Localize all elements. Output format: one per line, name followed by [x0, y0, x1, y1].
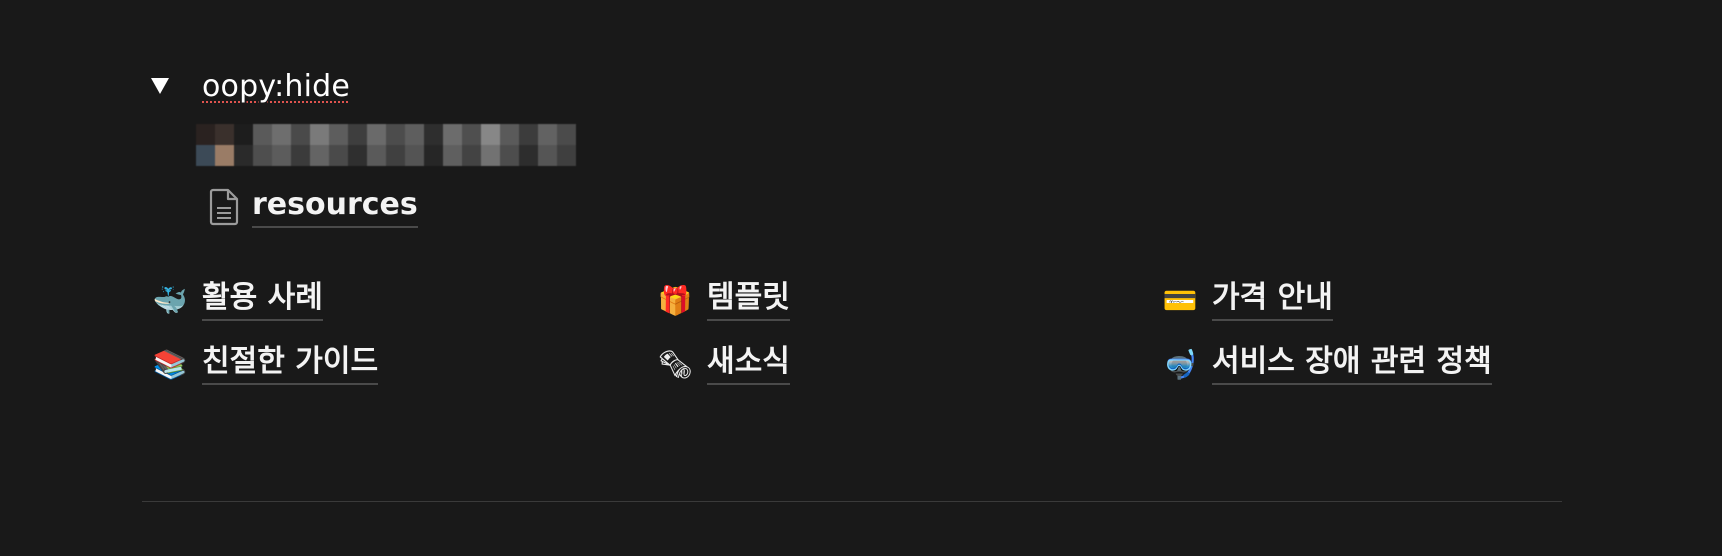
- link-label[interactable]: 가격 안내: [1212, 279, 1333, 321]
- link-label[interactable]: 활용 사례: [202, 279, 323, 321]
- diving-mask-icon: 🤿: [1162, 347, 1198, 381]
- link-label[interactable]: 서비스 장애 관련 정책: [1212, 343, 1492, 385]
- toggle-header[interactable]: oopy:hide: [150, 62, 950, 110]
- page-link-row[interactable]: resources: [196, 182, 950, 232]
- link-label[interactable]: 템플릿: [707, 279, 790, 321]
- books-icon: 📚: [152, 347, 188, 381]
- page-link-resources[interactable]: resources: [252, 186, 418, 228]
- pixelated-redaction-image: [196, 124, 576, 166]
- redacted-content: [196, 120, 950, 170]
- link-guide[interactable]: 📚 친절한 가이드: [152, 340, 657, 388]
- document-icon: [204, 187, 244, 227]
- credit-card-icon: 💳: [1162, 283, 1198, 317]
- link-grid: 🐳 활용 사례 🎁 템플릿 💳 가격 안내 📚 친절한 가이드 🗞 새소식 🤿 …: [152, 276, 1652, 404]
- toggle-title[interactable]: oopy:hide: [202, 69, 350, 104]
- link-use-cases[interactable]: 🐳 활용 사례: [152, 276, 657, 324]
- toggle-block: oopy:hide resources: [150, 62, 950, 232]
- gift-icon: 🎁: [657, 283, 693, 317]
- link-label[interactable]: 친절한 가이드: [202, 343, 379, 385]
- divider: [142, 501, 1562, 502]
- link-news[interactable]: 🗞 새소식: [657, 340, 1162, 388]
- link-outage-policy[interactable]: 🤿 서비스 장애 관련 정책: [1162, 340, 1652, 388]
- newspaper-icon: 🗞: [657, 347, 693, 381]
- toggle-children: resources: [150, 120, 950, 232]
- link-label[interactable]: 새소식: [707, 343, 790, 385]
- link-templates[interactable]: 🎁 템플릿: [657, 276, 1162, 324]
- triangle-down-icon[interactable]: [150, 76, 170, 96]
- whale-icon: 🐳: [152, 283, 188, 317]
- link-pricing[interactable]: 💳 가격 안내: [1162, 276, 1652, 324]
